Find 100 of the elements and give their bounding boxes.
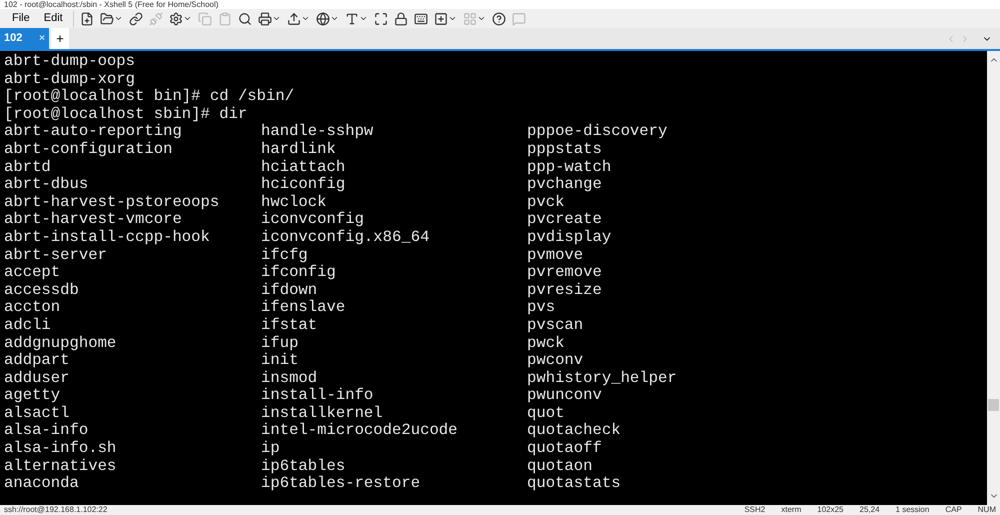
file-name: ip6tables	[261, 458, 346, 476]
caret-icon[interactable]	[358, 14, 368, 23]
file-name: addgnupghome	[4, 334, 116, 352]
file-name: ip	[261, 440, 280, 458]
keyboard-icon[interactable]	[414, 12, 428, 26]
file-name: hciconfig	[261, 176, 346, 194]
search-icon[interactable]	[238, 12, 252, 26]
file-name: handle-sshpw	[261, 123, 374, 141]
tab[interactable]: +	[51, 28, 69, 49]
file-name: pwhistory_helper	[527, 370, 677, 388]
file-name: pvmove	[527, 246, 584, 264]
file-name: pvresize	[527, 282, 602, 300]
file-name: hwclock	[261, 194, 327, 212]
caret-icon[interactable]	[448, 14, 457, 23]
file-name: ppp-watch	[527, 158, 612, 176]
file-name: insmod	[261, 370, 318, 388]
caret-icon[interactable]	[300, 14, 310, 23]
file-name: quotastats	[527, 475, 621, 493]
file-name: hardlink	[261, 140, 336, 159]
file-name: addpart	[4, 352, 70, 370]
file-name: pvchange	[527, 176, 602, 194]
terminal-line: [root@localhost sbin]# dir	[4, 106, 248, 124]
lock-icon[interactable]	[394, 12, 408, 26]
caret-icon[interactable]	[272, 14, 281, 23]
folder-icon[interactable]	[100, 12, 114, 26]
file-name: abrt-install-ccpp-hook	[4, 228, 210, 247]
file-name: pvcreate	[527, 211, 602, 229]
link-icon[interactable]	[128, 12, 143, 26]
file-name: abrtd	[4, 158, 51, 176]
file-name: ip6tables-restore	[261, 475, 420, 493]
file-name: abrt-server	[4, 246, 107, 264]
file-name: ifconfig	[261, 264, 336, 282]
transfer-icon[interactable]	[286, 12, 301, 26]
file-name: abrt-dbus	[4, 176, 88, 194]
file-name: abrt-configuration	[4, 140, 172, 159]
status-item: 25,24	[860, 505, 880, 515]
file-name: iconvconfig.x86_64	[261, 228, 430, 247]
font-icon[interactable]	[344, 12, 359, 26]
file-name: ifdown	[261, 282, 318, 300]
file-name: iconvconfig	[261, 211, 364, 229]
file-name: alsa-info.sh	[4, 440, 116, 458]
file-name: quot	[527, 404, 564, 422]
file-name: intel-microcode2ucode	[261, 422, 458, 440]
file-name: ifup	[261, 334, 298, 352]
terminal-line: abrt-dump-xorg	[4, 70, 136, 88]
file-name: pvscan	[527, 316, 584, 334]
scrollbar-thumb[interactable]	[988, 399, 999, 411]
file-name: quotaoff	[527, 440, 602, 458]
tab[interactable]: 102 ×	[0, 28, 49, 49]
new-session-icon[interactable]	[80, 12, 94, 26]
file-name: quotaon	[527, 458, 593, 476]
terminal-line: [root@localhost bin]# cd /sbin/	[4, 88, 294, 106]
window-title: 102 - root@localhost:/sbin - Xshell 5 (Free for Home/School)	[4, 0, 218, 9]
file-name: pppoe-discovery	[527, 123, 668, 141]
terminal-line: abrt-dump-oops	[4, 53, 136, 71]
file-name: ifstat	[261, 316, 318, 334]
file-name: adcli	[4, 316, 51, 334]
file-name: accept	[4, 264, 60, 282]
file-name: pwunconv	[527, 387, 602, 405]
file-name: pwconv	[527, 352, 584, 370]
file-name: pvdisplay	[527, 228, 612, 247]
file-name: alternatives	[4, 458, 116, 476]
file-name: accton	[4, 299, 60, 317]
file-name: ifenslave	[261, 299, 346, 317]
caret-icon[interactable]	[182, 14, 192, 23]
file-name: alsactl	[4, 404, 70, 422]
menu-item[interactable]: Edit	[40, 10, 67, 27]
file-name: install-info	[261, 387, 374, 405]
status-item: SSH2	[744, 505, 766, 515]
file-name: hciattach	[261, 158, 346, 176]
file-name: abrt-auto-reporting	[4, 123, 182, 141]
file-name: ifcfg	[261, 246, 308, 264]
file-name: pvck	[527, 194, 564, 212]
file-name: agetty	[4, 387, 60, 405]
connection-address: ssh://root@192.168.1.102:22	[4, 505, 108, 515]
help-icon[interactable]	[492, 12, 506, 26]
file-name: pwck	[527, 334, 564, 352]
status-item: NUM	[978, 505, 996, 515]
fullscreen-icon[interactable]	[374, 12, 388, 26]
file-name: pppstats	[527, 140, 602, 159]
caret-icon[interactable]	[114, 14, 123, 23]
menu-item[interactable]: File	[8, 10, 34, 27]
file-name: alsa-info	[4, 422, 88, 440]
file-name: pvremove	[527, 264, 602, 282]
settings-icon[interactable]	[168, 12, 183, 26]
printer-icon[interactable]	[258, 12, 272, 26]
file-name: adduser	[4, 370, 70, 388]
add-icon[interactable]	[434, 12, 448, 26]
file-name: installkernel	[261, 404, 383, 422]
file-name: anaconda	[4, 475, 79, 493]
file-name: init	[261, 352, 298, 370]
status-item: CAP	[945, 505, 962, 515]
status-item: xterm	[781, 505, 802, 515]
caret-icon[interactable]	[476, 14, 486, 23]
file-name: accessdb	[4, 282, 79, 300]
terminal[interactable]	[0, 51, 987, 505]
file-name: abrt-harvest-vmcore	[4, 211, 182, 229]
globe-icon[interactable]	[316, 12, 330, 26]
caret-icon[interactable]	[330, 14, 339, 23]
status-item: 102x25	[817, 505, 844, 515]
